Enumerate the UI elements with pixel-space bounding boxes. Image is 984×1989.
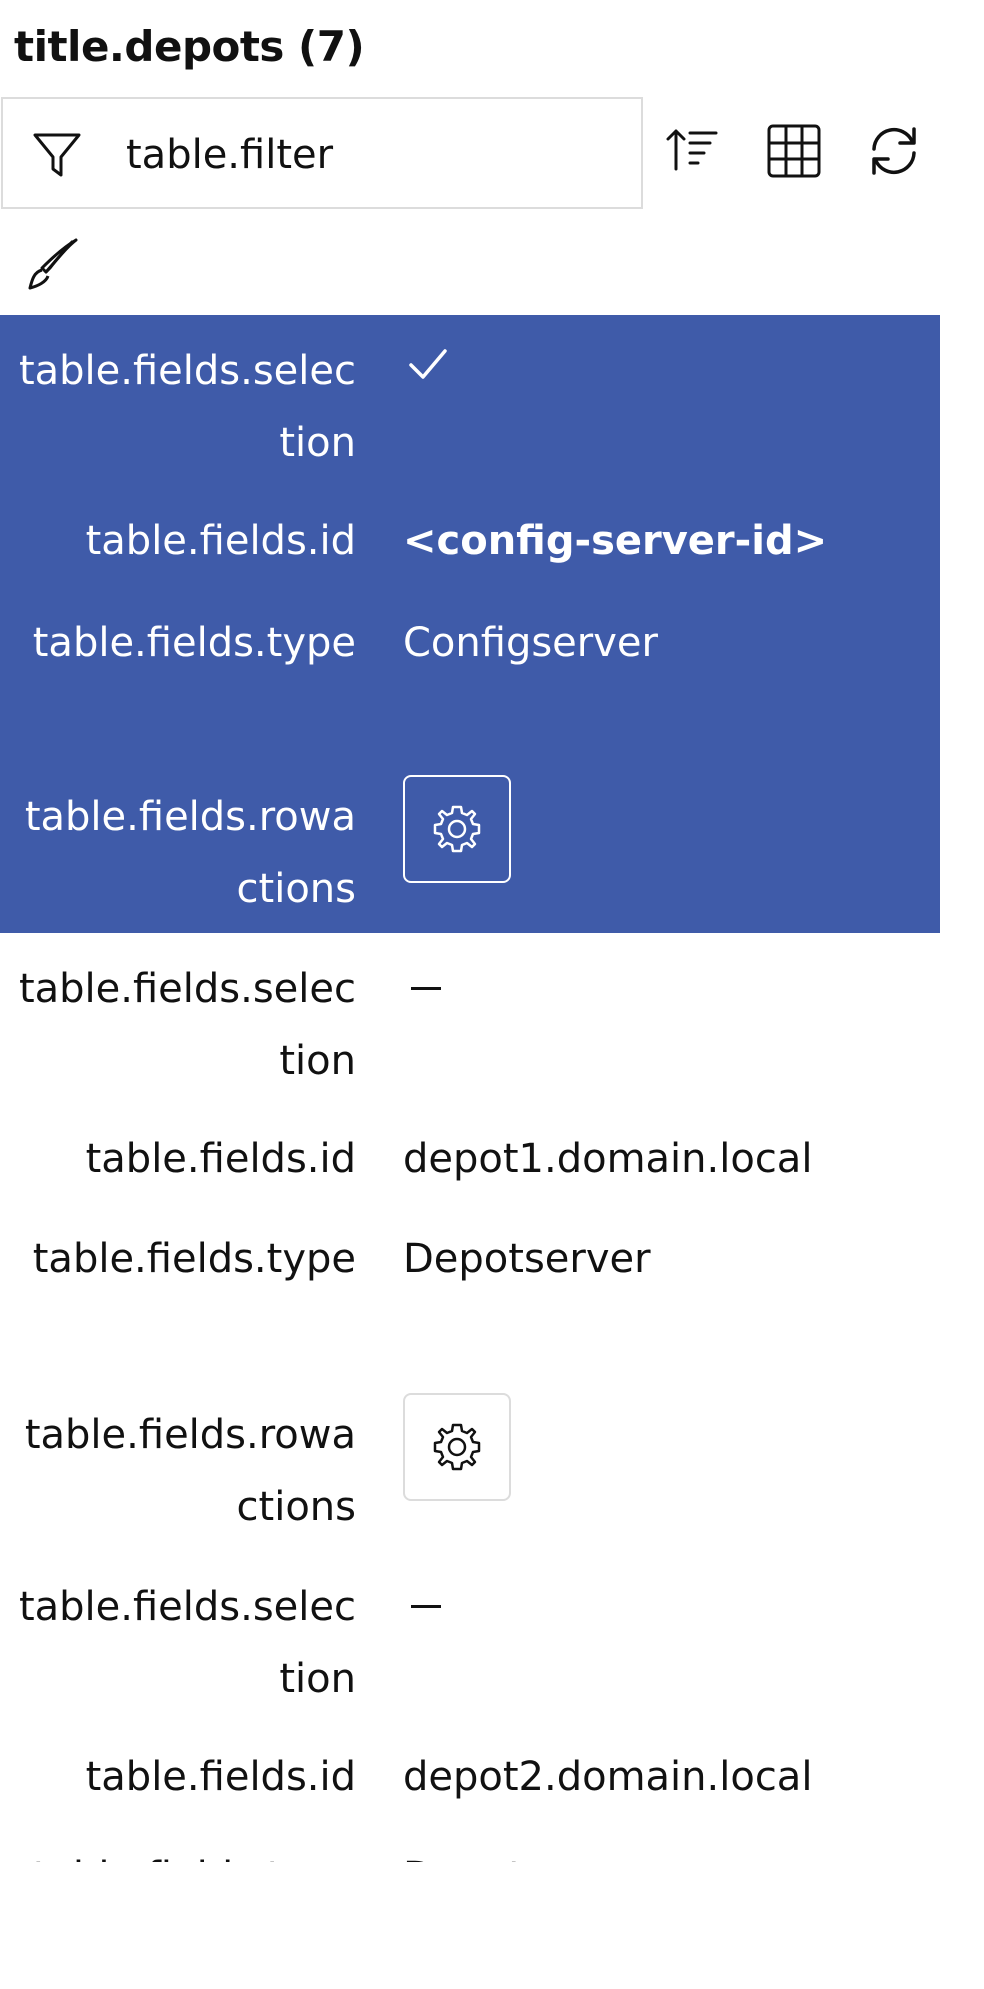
row-id-value: depot1.domain.local: [403, 1136, 813, 1182]
gear-icon: [433, 805, 481, 853]
row-id-value: <config-server-id>: [403, 518, 828, 564]
field-id: table.fields.id <config-server-id>: [0, 505, 940, 577]
row-type-value: Depotserver: [403, 1236, 651, 1282]
table-row[interactable]: table.fields.selection table.fields.id d…: [0, 933, 940, 1551]
row-type-value: Configserver: [403, 620, 658, 666]
row-actions-button[interactable]: [403, 1393, 511, 1501]
field-selection: table.fields.selection: [0, 335, 940, 479]
field-label-id: table.fields.id: [85, 1136, 356, 1182]
field-selection: table.fields.selection: [0, 1571, 940, 1715]
page: title.depots (7) table.filter table.fiel…: [0, 0, 984, 1989]
toolbar: [0, 97, 984, 211]
checkmark-icon[interactable]: [405, 341, 451, 387]
field-label-id: table.fields.id: [85, 518, 356, 564]
gear-icon: [433, 1423, 481, 1471]
field-label-selection: table.fields.selection: [18, 348, 356, 466]
table-row[interactable]: table.fields.selection table.fields.id <…: [0, 315, 940, 933]
field-label-selection: table.fields.selection: [18, 1584, 356, 1702]
sort-icon: [666, 129, 718, 171]
scroll-cutoff: [0, 1862, 984, 1989]
grid-icon: [767, 124, 821, 178]
page-title: title.depots (7): [14, 22, 365, 71]
field-label-selection: table.fields.selection: [18, 966, 356, 1084]
row-id-value: depot2.domain.local: [403, 1754, 813, 1800]
sort-button[interactable]: [660, 119, 724, 183]
field-type: table.fields.type Configserver: [0, 607, 940, 751]
field-id: table.fields.id depot1.domain.local: [0, 1123, 940, 1195]
field-label-id: table.fields.id: [85, 1754, 356, 1800]
filter-box[interactable]: [1, 97, 643, 209]
field-selection: table.fields.selection: [0, 953, 940, 1097]
field-type: table.fields.type Depotserver: [0, 1223, 940, 1367]
paintbrush-icon[interactable]: [22, 236, 80, 294]
filter-icon: [33, 133, 81, 177]
field-label-type: table.fields.type: [32, 1236, 356, 1282]
field-rowactions: table.fields.rowactions: [0, 775, 940, 925]
refresh-button[interactable]: [862, 119, 926, 183]
unchecked-dash-icon[interactable]: [411, 987, 441, 990]
field-label-rowactions: table.fields.rowactions: [24, 794, 356, 912]
columns-button[interactable]: [762, 119, 826, 183]
field-label-rowactions: table.fields.rowactions: [24, 1412, 356, 1530]
field-rowactions: table.fields.rowactions: [0, 1393, 940, 1543]
unchecked-dash-icon[interactable]: [411, 1605, 441, 1608]
row-actions-button[interactable]: [403, 775, 511, 883]
refresh-icon: [872, 127, 916, 175]
field-label-type: table.fields.type: [32, 620, 356, 666]
field-id: table.fields.id depot2.domain.local: [0, 1741, 940, 1813]
filter-input[interactable]: [126, 129, 616, 181]
